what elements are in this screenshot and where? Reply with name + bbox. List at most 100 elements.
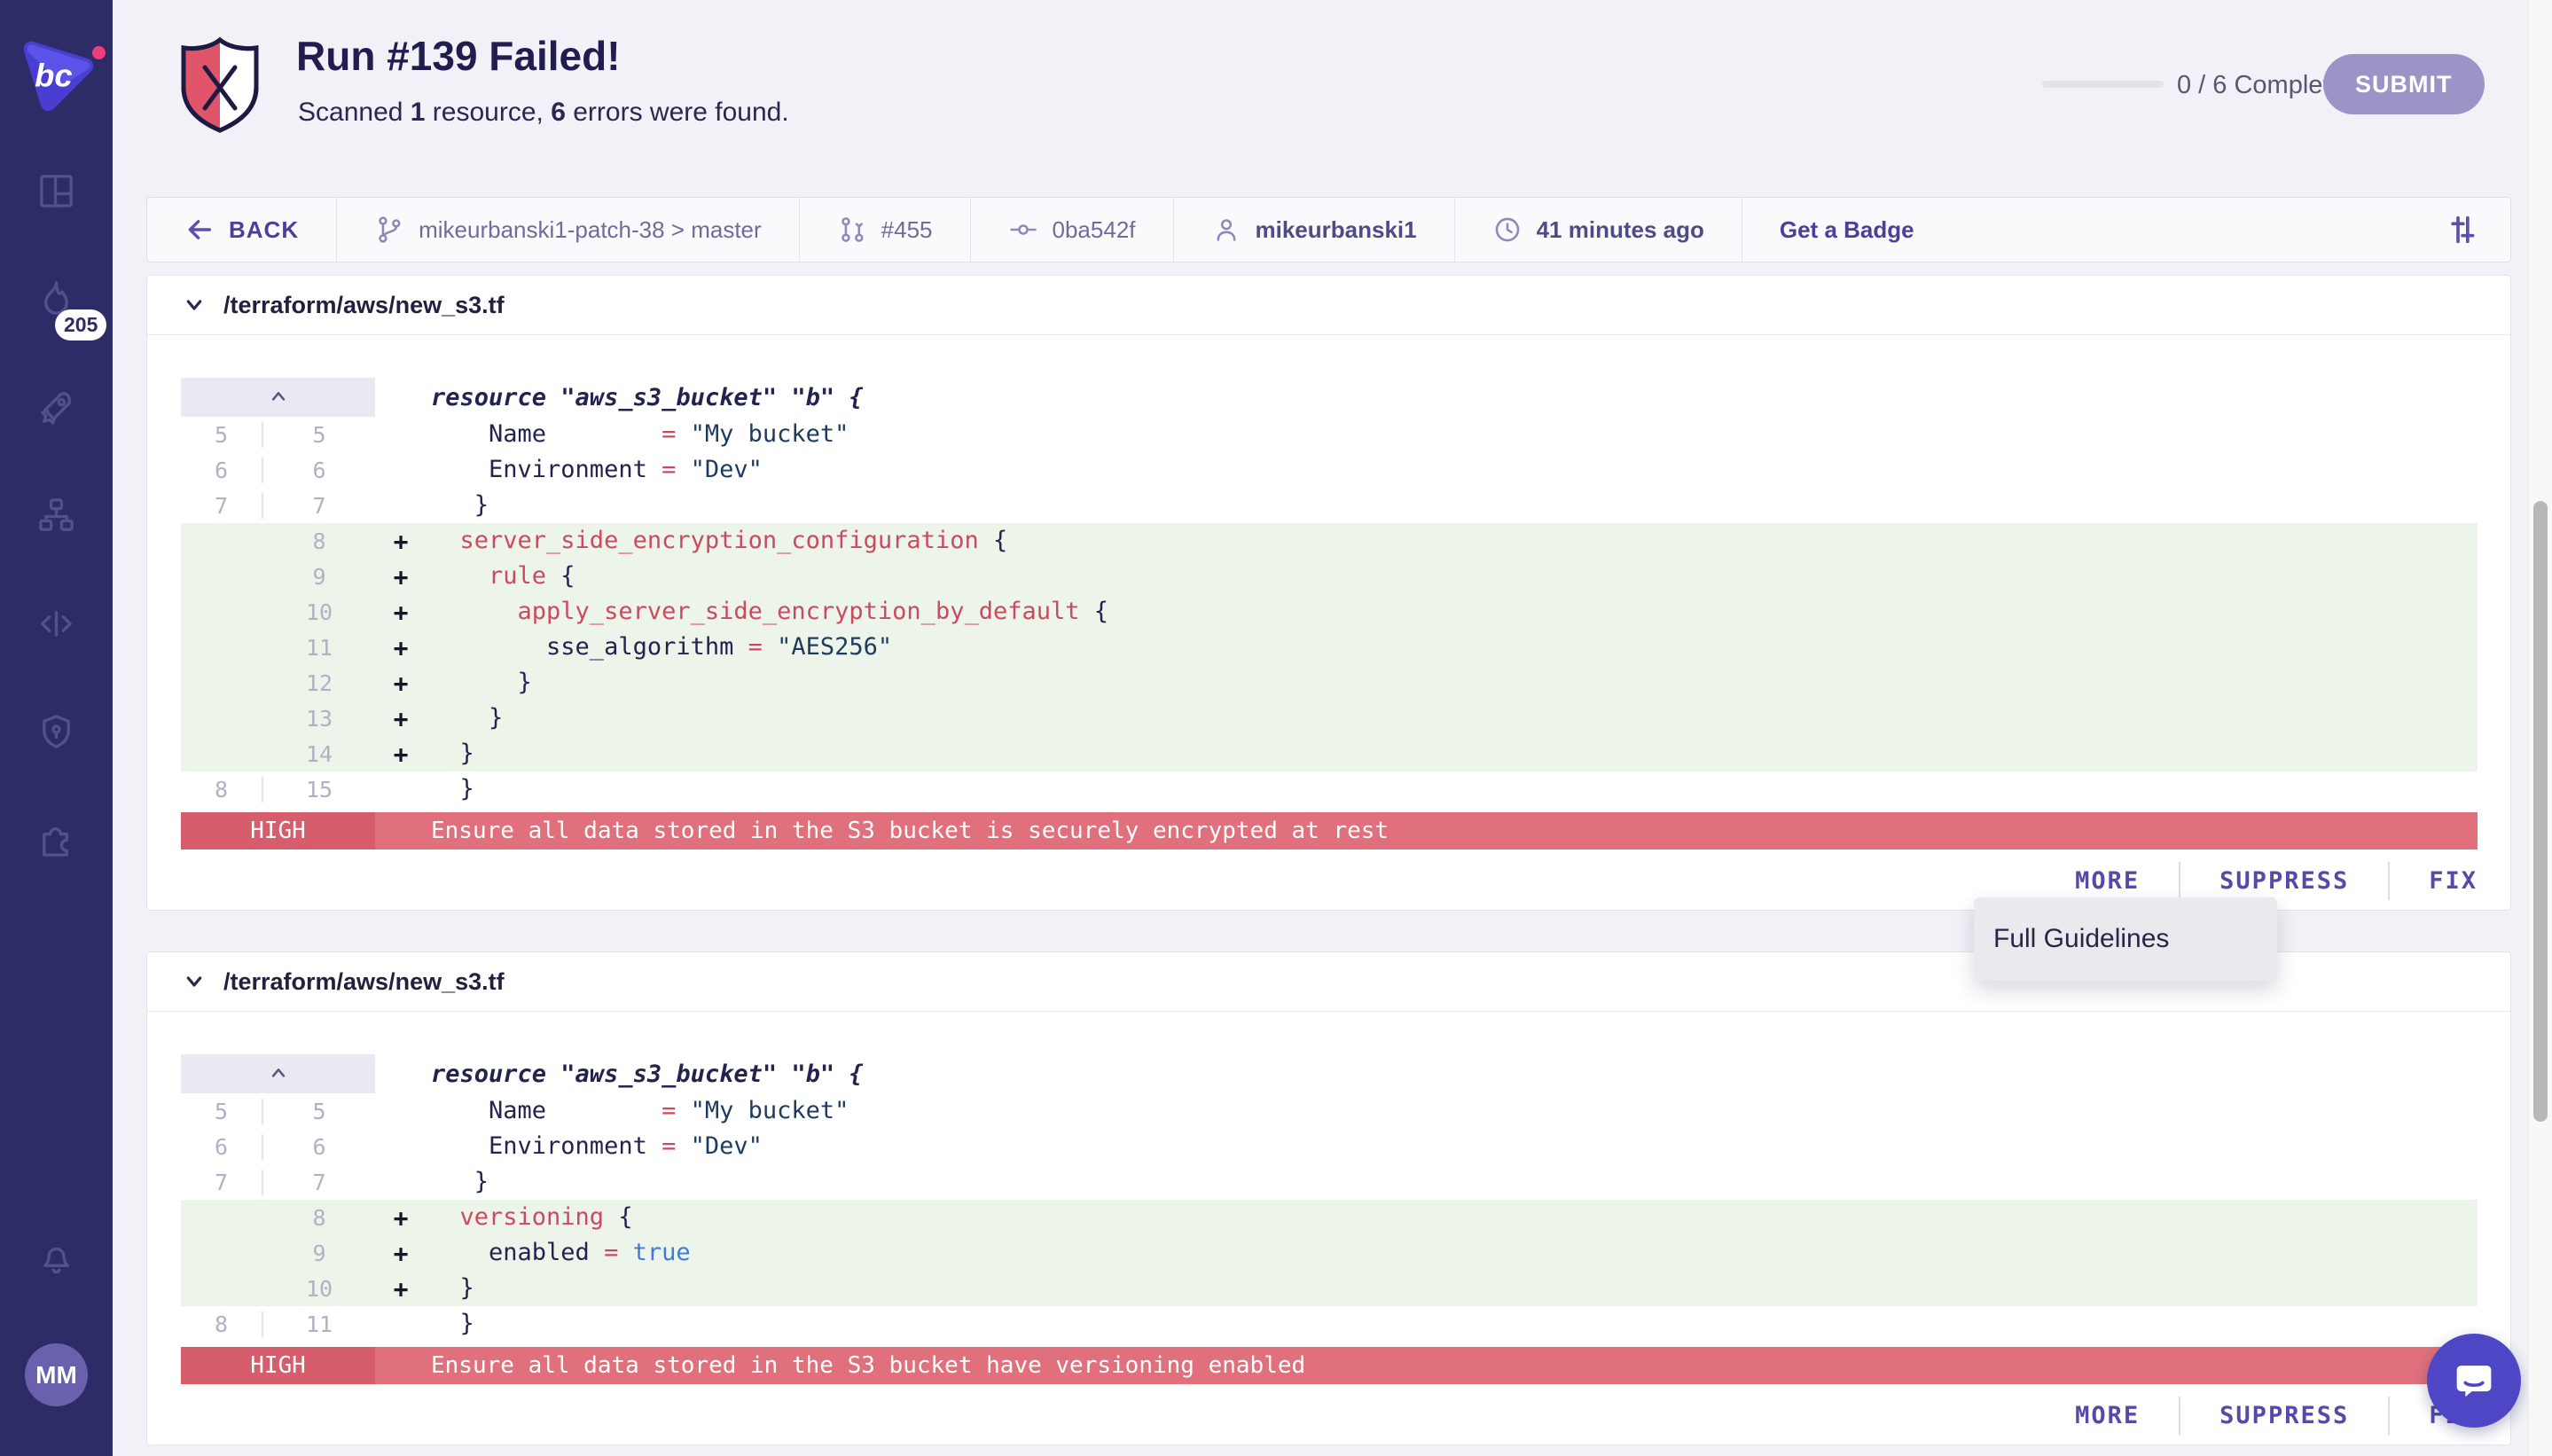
chat-launcher-button[interactable] xyxy=(2427,1334,2521,1428)
back-button[interactable]: BACK xyxy=(147,198,337,262)
sidebar-item-code[interactable] xyxy=(35,603,77,645)
run-toolbar: BACK mikeurbanski1-patch-38 > master #45… xyxy=(146,197,2511,262)
logo-notification-dot xyxy=(92,46,106,59)
chevron-down-icon xyxy=(184,975,204,989)
back-label: BACK xyxy=(229,216,299,244)
sidebar: bc 205 MM xyxy=(0,0,113,1456)
new-line-number: 12 xyxy=(263,670,375,696)
code-text: } xyxy=(427,701,503,736)
code-text: } xyxy=(427,736,474,771)
sidebar-item-notifications[interactable] xyxy=(35,1236,77,1278)
new-line-number: 13 xyxy=(263,706,375,732)
code-line: 10+ apply_server_side_encryption_by_defa… xyxy=(181,594,2478,630)
pull-request-label: #455 xyxy=(881,216,933,244)
file-header[interactable]: /terraform/aws/new_s3.tf xyxy=(147,276,2510,335)
old-line-number: 5 xyxy=(181,422,263,448)
brand-logo[interactable]: bc xyxy=(16,34,98,115)
time-chip: 41 minutes ago xyxy=(1455,198,1742,262)
old-line-number: 8 xyxy=(181,777,263,802)
old-line-number: 5 xyxy=(181,1099,263,1124)
code-icon xyxy=(35,603,77,645)
integrations-icon xyxy=(35,819,77,861)
code-text: Name = "My bucket" xyxy=(427,417,849,452)
code-text: } xyxy=(427,1164,489,1200)
incidents-count-badge: 205 xyxy=(55,309,106,341)
progress-bar xyxy=(2042,81,2164,88)
pull-request-chip: #455 xyxy=(800,198,971,262)
old-line-number: 6 xyxy=(181,1134,263,1160)
diff-sign: + xyxy=(375,562,427,591)
code-line: 12+ } xyxy=(181,665,2478,701)
code-line: 811 } xyxy=(181,1306,2478,1342)
code-line: 66 Environment = "Dev" xyxy=(181,452,2478,488)
commit-icon xyxy=(1008,215,1038,245)
code-line: 77 } xyxy=(181,1164,2478,1200)
commit-label: 0ba542f xyxy=(1053,216,1136,244)
sidebar-item-security[interactable] xyxy=(35,711,77,753)
sidebar-item-launch[interactable] xyxy=(35,387,77,428)
sidebar-item-dashboard[interactable] xyxy=(35,170,77,212)
user-icon xyxy=(1211,215,1241,245)
chevron-down-icon xyxy=(184,298,204,312)
branch-icon xyxy=(374,215,404,245)
code-line: 55 Name = "My bucket" xyxy=(181,417,2478,452)
collapse-up-icon xyxy=(270,391,287,403)
collapse-button[interactable] xyxy=(181,1054,375,1093)
resource-declaration: resource "aws_s3_bucket" "b" { xyxy=(427,384,864,411)
submit-button[interactable]: SUBMIT xyxy=(2323,54,2485,114)
branch-chip: mikeurbanski1-patch-38 > master xyxy=(337,198,800,262)
new-line-number: 11 xyxy=(263,1311,375,1337)
more-button[interactable]: MORE xyxy=(2036,1397,2179,1435)
toolbar-spacer xyxy=(1952,198,2415,262)
more-menu: Full Guidelines xyxy=(1974,897,2277,981)
sidebar-item-resources[interactable] xyxy=(35,495,77,536)
new-line-number: 5 xyxy=(263,1099,375,1124)
severity-message: Ensure all data stored in the S3 bucket … xyxy=(375,1347,2478,1384)
code-line: 8+ versioning { xyxy=(181,1200,2478,1235)
new-line-number: 9 xyxy=(263,564,375,590)
collapse-button[interactable] xyxy=(181,378,375,417)
code-diff: resource "aws_s3_bucket" "b" { 55 Name =… xyxy=(147,335,2510,849)
code-line: 77 } xyxy=(181,488,2478,523)
code-text: } xyxy=(427,1306,474,1342)
time-label: 41 minutes ago xyxy=(1537,216,1704,244)
code-text: Environment = "Dev" xyxy=(427,1129,763,1164)
resource-declaration: resource "aws_s3_bucket" "b" { xyxy=(427,1061,864,1088)
diff-sign: + xyxy=(375,598,427,627)
scrollbar-thumb[interactable] xyxy=(2533,501,2548,1122)
user-chip: mikeurbanski1 xyxy=(1174,198,1455,262)
fix-button[interactable]: FIX xyxy=(2388,862,2478,900)
full-guidelines-menu-item[interactable]: Full Guidelines xyxy=(1974,924,2277,954)
more-button[interactable]: MORE xyxy=(2036,862,2179,900)
new-line-number: 5 xyxy=(263,422,375,448)
diff-sign: + xyxy=(375,1274,427,1303)
code-text: sse_algorithm = "AES256" xyxy=(427,630,892,665)
code-lines: 55 Name = "My bucket"66 Environment = "D… xyxy=(181,1093,2478,1342)
filter-button[interactable] xyxy=(2415,198,2510,262)
code-header-row: resource "aws_s3_bucket" "b" { xyxy=(181,378,2478,417)
code-line: 55 Name = "My bucket" xyxy=(181,1093,2478,1129)
get-a-badge-button[interactable]: Get a Badge xyxy=(1742,198,1952,262)
new-line-number: 6 xyxy=(263,1134,375,1160)
launch-icon xyxy=(35,387,77,428)
severity-badge: HIGH xyxy=(181,1347,375,1384)
new-line-number: 7 xyxy=(263,1170,375,1195)
new-line-number: 14 xyxy=(263,741,375,767)
suppress-button[interactable]: SUPPRESS xyxy=(2179,862,2388,900)
finding-card: /terraform/aws/new_s3.tf resource "aws_s… xyxy=(146,275,2511,911)
diff-sign: + xyxy=(375,633,427,662)
severity-badge: HIGH xyxy=(181,812,375,849)
sidebar-item-integrations[interactable] xyxy=(35,819,77,861)
code-line: 66 Environment = "Dev" xyxy=(181,1129,2478,1164)
code-text: } xyxy=(427,771,474,807)
diff-sign: + xyxy=(375,669,427,698)
code-text: enabled = true xyxy=(427,1235,691,1271)
file-path: /terraform/aws/new_s3.tf xyxy=(223,968,505,996)
code-text: Name = "My bucket" xyxy=(427,1093,849,1129)
new-line-number: 6 xyxy=(263,458,375,483)
collapse-up-icon xyxy=(270,1068,287,1080)
new-line-number: 10 xyxy=(263,1276,375,1302)
suppress-button[interactable]: SUPPRESS xyxy=(2179,1397,2388,1435)
user-avatar[interactable]: MM xyxy=(25,1343,88,1406)
severity-bar: HIGH Ensure all data stored in the S3 bu… xyxy=(181,1347,2478,1384)
